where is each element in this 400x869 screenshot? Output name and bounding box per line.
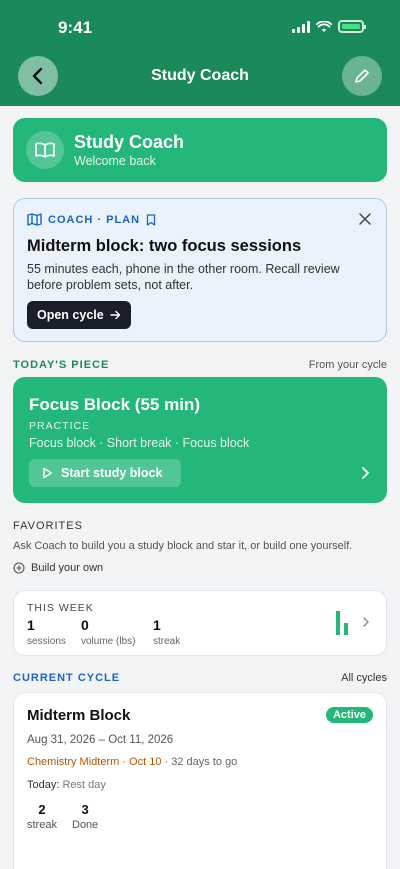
event-name: Chemistry Midterm · Oct 10: [27, 756, 162, 768]
cycle-today: Today: Rest day: [27, 779, 106, 791]
chevron-right-icon[interactable]: [360, 616, 372, 628]
status-badge: Active: [325, 707, 373, 723]
hero-subtitle: Welcome back: [74, 154, 156, 168]
cycle-stat-value: 2: [38, 802, 46, 817]
signal-icon: [292, 20, 310, 33]
chevron-right-icon[interactable]: [357, 465, 373, 481]
cycle-stat-label: Done: [72, 819, 99, 831]
mini-bar-chart-icon: [336, 611, 348, 635]
main-content: Study Coach Welcome back COACH · PLAN Mi…: [0, 106, 400, 869]
cycle-dates: Aug 31, 2026 – Oct 11, 2026: [27, 734, 174, 746]
todays-piece-card[interactable]: Focus Block (55 min) PRACTICE Focus bloc…: [13, 377, 387, 503]
edit-button[interactable]: [342, 56, 382, 96]
todays-piece-source: From your cycle: [308, 359, 387, 371]
pencil-icon: [355, 69, 369, 83]
current-cycle-card[interactable]: Midterm Block Active Aug 31, 2026 – Oct …: [13, 692, 387, 869]
start-study-block-button[interactable]: Start study block: [29, 459, 181, 487]
cycle-stat-label: streak: [27, 819, 57, 831]
stat-sessions: 1 sessions: [27, 617, 66, 647]
todays-piece-label: TODAY'S PIECE: [13, 359, 110, 371]
cycle-stat-value: 3: [81, 802, 89, 817]
bookmark-icon[interactable]: [146, 213, 156, 226]
cycle-title: Midterm Block: [27, 707, 131, 724]
stat-label: volume (lbs): [81, 636, 136, 647]
cycle-stat-done: 3 Done: [72, 802, 98, 831]
page-title: Study Coach: [151, 67, 249, 84]
stat-streak: 1 streak: [153, 617, 180, 647]
coach-tag-label: COACH · PLAN: [48, 213, 141, 226]
todays-piece-description: Focus block · Short break · Focus block: [29, 436, 250, 450]
hero-card: Study Coach Welcome back: [13, 118, 387, 182]
coach-title: Midterm block: two focus sessions: [27, 237, 302, 255]
build-your-own-button[interactable]: Build your own: [13, 562, 103, 574]
stat-value: 1: [153, 617, 161, 633]
this-week-card[interactable]: THIS WEEK 1 sessions 0 volume (lbs) 1 st…: [13, 590, 387, 656]
book-icon: [26, 131, 64, 169]
coach-text: 55 minutes each, phone in the other room…: [27, 262, 340, 292]
favorites-label: FAVORITES: [13, 520, 83, 532]
current-cycle-label: CURRENT CYCLE: [13, 672, 121, 684]
today-label: Today:: [27, 779, 60, 791]
battery-icon: [338, 20, 366, 33]
stat-label: streak: [153, 636, 181, 647]
coach-plan-card: COACH · PLAN Midterm block: two focus se…: [13, 198, 387, 342]
play-icon: [43, 467, 53, 479]
stat-value: 1: [27, 617, 35, 633]
open-cycle-button[interactable]: Open cycle: [27, 301, 131, 329]
this-week-label: THIS WEEK: [27, 602, 94, 614]
status-time: 9:41: [58, 18, 93, 37]
app-header: 9:41 Study Coach: [0, 0, 400, 106]
all-cycles-link[interactable]: All cycles: [341, 672, 387, 684]
stat-value: 0: [81, 617, 89, 633]
todays-piece-title: Focus Block (55 min): [29, 395, 200, 414]
status-icons: [292, 20, 366, 33]
cycle-event: Chemistry Midterm · Oct 10 · 32 days to …: [27, 756, 237, 768]
build-your-own-label: Build your own: [31, 562, 104, 574]
wifi-icon: [316, 20, 332, 32]
start-study-block-label: Start study block: [61, 466, 163, 480]
cycle-stat-streak: 2 streak: [27, 802, 57, 831]
arrow-right-icon: [110, 310, 120, 320]
hero-title: Study Coach: [74, 132, 185, 152]
stat-label: sessions: [27, 636, 66, 647]
map-icon: [27, 213, 42, 226]
stat-volume: 0 volume (lbs): [81, 617, 135, 647]
favorites-text: Ask Coach to build you a study block and…: [13, 540, 353, 552]
plus-circle-icon: [13, 562, 25, 574]
close-icon[interactable]: [358, 212, 372, 226]
today-value: Rest day: [62, 779, 106, 791]
days-to-go: · 32 days to go: [164, 756, 238, 768]
open-cycle-label: Open cycle: [37, 308, 104, 322]
coach-tag: COACH · PLAN: [27, 213, 156, 226]
todays-piece-kind: PRACTICE: [29, 420, 91, 432]
